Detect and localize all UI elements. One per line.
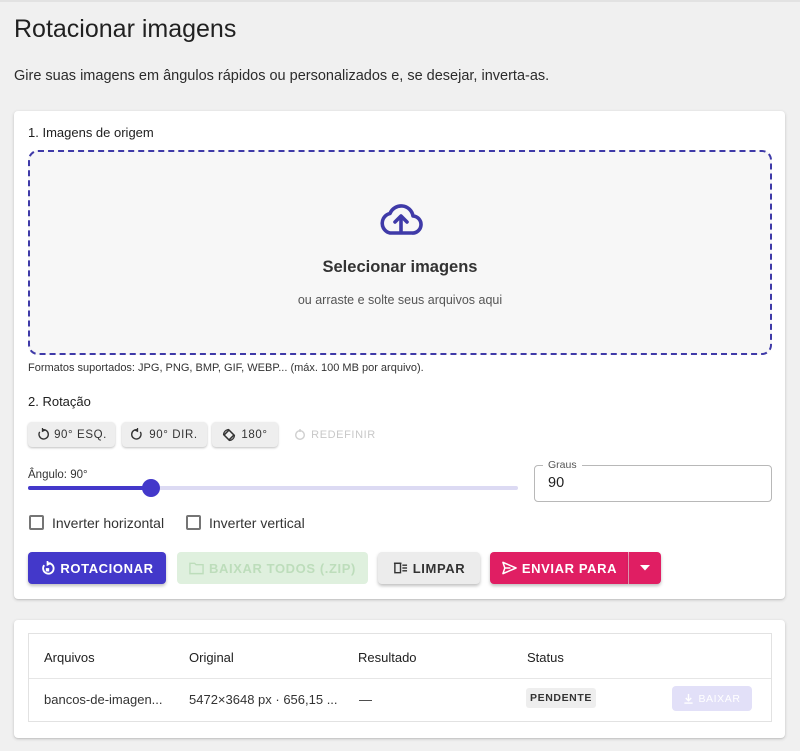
degrees-field-label: Graus [543, 459, 582, 471]
download-all-zip-label: BAIXAR TODOS (.ZIP) [209, 560, 356, 576]
cloud-upload-icon [380, 204, 423, 235]
angle-slider-fill [28, 486, 151, 490]
file-name-cell: bancos-de-imagen... [44, 692, 163, 707]
rotate-180-button[interactable]: 180° [212, 422, 278, 447]
reset-button[interactable]: REDEFINIR [292, 422, 378, 447]
flip-vertical-label: Inverter vertical [209, 515, 305, 531]
source-section-label: 1. Imagens de origem [28, 125, 154, 140]
header-result: Resultado [358, 650, 417, 665]
files-card: Arquivos Original Resultado Status banco… [14, 620, 785, 738]
header-original: Original [189, 650, 234, 665]
top-divider [0, 0, 800, 2]
angle-slider-thumb[interactable] [141, 479, 160, 497]
status-badge: PENDENTE [526, 688, 596, 708]
send-icon [502, 561, 517, 575]
clear-button-label: LIMPAR [412, 560, 466, 576]
settings-card: 1. Imagens de origem Selecionar imagens … [14, 111, 785, 599]
angle-slider[interactable] [28, 479, 518, 497]
download-file-button[interactable]: BAIXAR [672, 686, 752, 711]
page-subtitle: Gire suas imagens em ângulos rápidos ou … [14, 68, 550, 84]
clear-button[interactable]: LIMPAR [378, 552, 480, 584]
flip-horizontal-label: Inverter horizontal [52, 515, 165, 531]
dropzone-subtitle: ou arraste e solte seus arquivos aqui [297, 293, 503, 307]
caret-down-icon [640, 565, 650, 571]
rotate-button[interactable]: ROTACIONAR [28, 552, 166, 584]
rotate-button-label: ROTACIONAR [60, 560, 154, 576]
rotate-right-90-label: 90° DIR. [149, 428, 198, 441]
header-status: Status [527, 650, 564, 665]
reset-label: REDEFINIR [311, 428, 376, 441]
rotate-left-icon [38, 428, 50, 440]
degrees-field[interactable]: Graus 90 [534, 459, 772, 502]
reset-icon [295, 428, 306, 440]
send-to-button[interactable]: ENVIAR PARA [490, 552, 629, 584]
send-to-label: ENVIAR PARA [521, 560, 618, 576]
angle-label: Ângulo: 90° [28, 469, 88, 481]
flip-horizontal-checkbox[interactable] [29, 515, 44, 530]
rotate-right-90-button[interactable]: 90° DIR. [122, 422, 207, 447]
clear-list-icon [393, 562, 407, 574]
result-cell: — [359, 692, 372, 707]
rotate-180-icon [223, 428, 236, 441]
send-to-dropdown-button[interactable] [629, 552, 661, 584]
rotate-right-icon [131, 428, 142, 440]
rotate-180-label: 180° [241, 428, 268, 441]
download-file-label: BAIXAR [698, 692, 741, 705]
rotate-left-90-label: 90° ESQ. [54, 428, 107, 441]
flip-vertical-checkbox[interactable] [186, 515, 201, 530]
header-files: Arquivos [44, 650, 95, 665]
rotate-icon [42, 560, 55, 575]
supported-formats-note: Formatos suportados: JPG, PNG, BMP, GIF,… [28, 362, 424, 374]
files-table: Arquivos Original Resultado Status banco… [28, 633, 772, 722]
original-cell: 5472×3648 px · 656,15 ... [189, 692, 338, 707]
folder-zip-icon [189, 562, 204, 575]
download-icon [684, 693, 694, 704]
rotate-left-90-button[interactable]: 90° ESQ. [28, 422, 115, 447]
header-divider [29, 678, 771, 679]
page-title: Rotacionar imagens [14, 15, 237, 43]
dropzone-title: Selecionar imagens [322, 258, 478, 276]
image-dropzone[interactable]: Selecionar imagens ou arraste e solte se… [28, 150, 772, 355]
download-all-zip-button[interactable]: BAIXAR TODOS (.ZIP) [177, 552, 368, 584]
rotation-section-label: 2. Rotação [28, 394, 91, 409]
degrees-input[interactable]: 90 [548, 475, 564, 491]
